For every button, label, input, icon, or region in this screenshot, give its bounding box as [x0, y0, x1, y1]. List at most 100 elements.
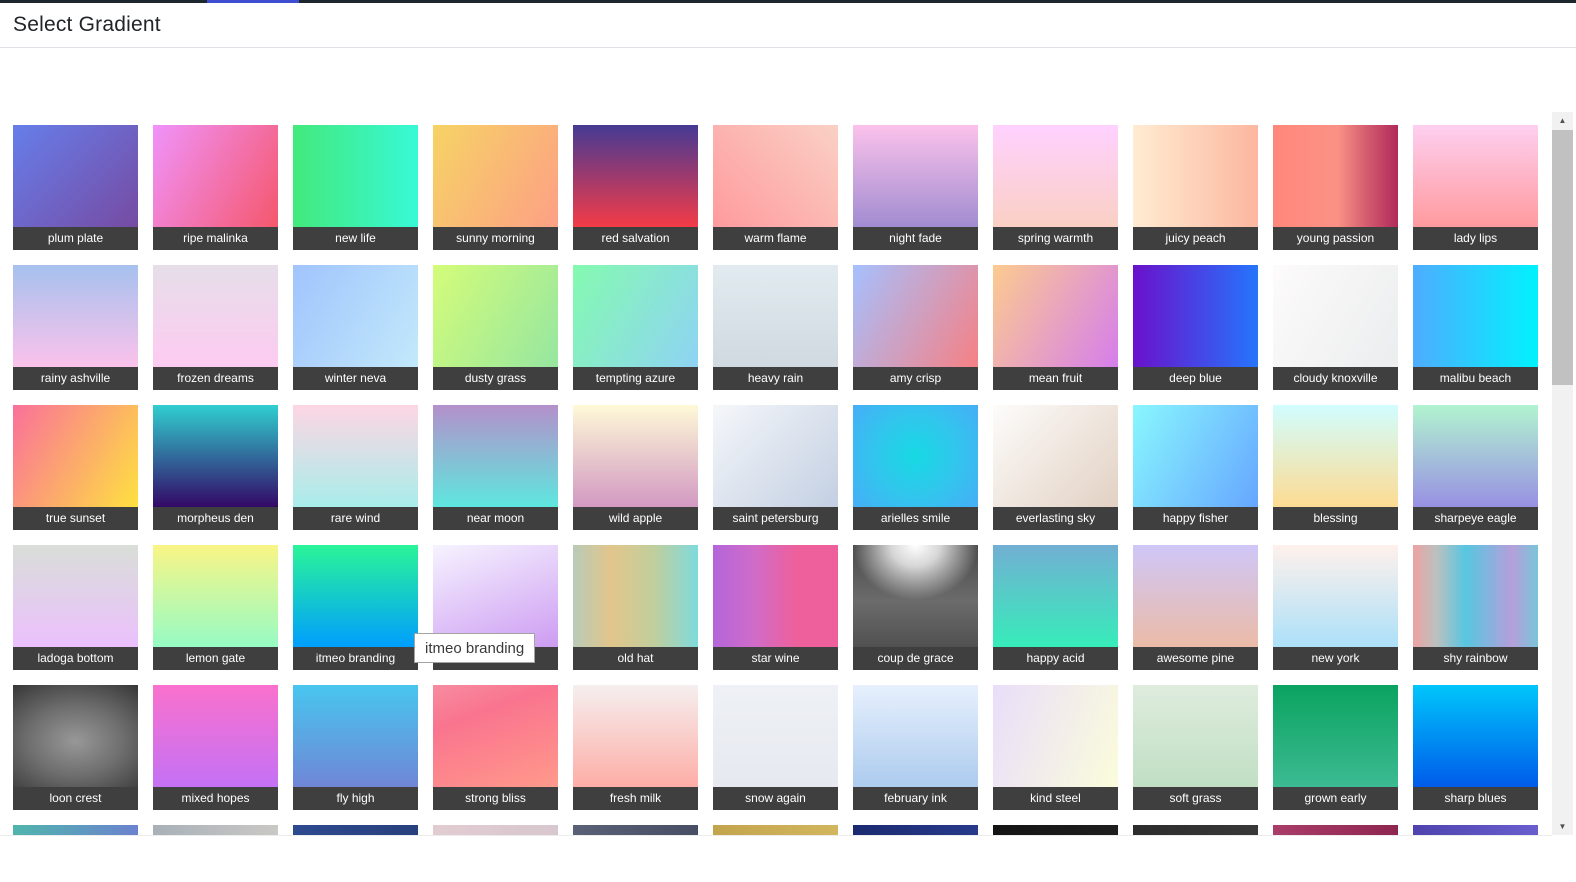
gradient-swatch-new-life[interactable]: new life [293, 125, 418, 250]
gradient-swatch[interactable] [993, 825, 1118, 835]
gradient-preview [293, 685, 418, 787]
gradient-swatch-sharpeye-eagle[interactable]: sharpeye eagle [1413, 405, 1538, 530]
gradient-preview [1133, 825, 1258, 835]
gradient-swatch[interactable] [433, 825, 558, 835]
gradient-swatch-loon-crest[interactable]: loon crest [13, 685, 138, 810]
gradient-swatch-awesome-pine[interactable]: awesome pine [1133, 545, 1258, 670]
vertical-scrollbar[interactable]: ▲ ▼ [1552, 112, 1573, 835]
gradient-name-label: sharp blues [1413, 787, 1538, 810]
gradient-name-label: heavy rain [713, 367, 838, 390]
gradient-swatch[interactable] [573, 825, 698, 835]
gradient-swatch-arielles-smile[interactable]: arielles smile [853, 405, 978, 530]
gradient-swatch-soft-grass[interactable]: soft grass [1133, 685, 1258, 810]
gradient-swatch-ladoga-bottom[interactable]: ladoga bottom [13, 545, 138, 670]
gradient-preview [13, 265, 138, 367]
gradient-swatch-young-passion[interactable]: young passion [1273, 125, 1398, 250]
gradient-swatch-old-hat[interactable]: old hat [573, 545, 698, 670]
gradient-swatch-mean-fruit[interactable]: mean fruit [993, 265, 1118, 390]
gradient-swatch[interactable] [853, 825, 978, 835]
gradient-swatch-spring-warmth[interactable]: spring warmth [993, 125, 1118, 250]
gradient-swatch-itmeo-branding[interactable]: itmeo branding [293, 545, 418, 670]
gradient-name-label: old hat [573, 647, 698, 670]
gradient-swatch-fly-high[interactable]: fly high [293, 685, 418, 810]
gradient-swatch[interactable] [153, 825, 278, 835]
gradient-swatch-ripe-malinka[interactable]: ripe malinka [153, 125, 278, 250]
gradient-preview [433, 265, 558, 367]
gradient-preview [1273, 405, 1398, 507]
gradient-swatch-snow-again[interactable]: snow again [713, 685, 838, 810]
gradient-scroll-area[interactable]: plum plate ripe malinka new life sunny morn… [0, 112, 1552, 836]
gradient-preview [713, 405, 838, 507]
gradient-name-label: lemon gate [153, 647, 278, 670]
gradient-preview [13, 825, 138, 835]
gradient-name-label: sharpeye eagle [1413, 507, 1538, 530]
gradient-swatch[interactable] [1133, 825, 1258, 835]
gradient-swatch-star-wine[interactable]: star wine [713, 545, 838, 670]
scroll-down-button[interactable]: ▼ [1552, 818, 1573, 835]
gradient-swatch-winter-neva[interactable]: winter neva [293, 265, 418, 390]
gradient-swatch-heavy-rain[interactable]: heavy rain [713, 265, 838, 390]
gradient-swatch-frozen-dreams[interactable]: frozen dreams [153, 265, 278, 390]
gradient-swatch[interactable] [293, 825, 418, 835]
gradient-swatch-wild-apple[interactable]: wild apple [573, 405, 698, 530]
gradient-swatch-lemon-gate[interactable]: lemon gate [153, 545, 278, 670]
gradient-swatch-shy-rainbow[interactable]: shy rainbow [1413, 545, 1538, 670]
gradient-swatch[interactable] [13, 825, 138, 835]
gradient-swatch-february-ink[interactable]: february ink [853, 685, 978, 810]
gradient-swatch-lady-lips[interactable]: lady lips [1413, 125, 1538, 250]
gradient-swatch-amy-crisp[interactable]: amy crisp [853, 265, 978, 390]
gradient-swatch-rainy-ashville[interactable]: rainy ashville [13, 265, 138, 390]
gradient-swatch-malibu-beach[interactable]: malibu beach [1413, 265, 1538, 390]
gradient-swatch-happy-acid[interactable]: happy acid [993, 545, 1118, 670]
gradient-preview [1273, 265, 1398, 367]
gradient-preview [1413, 545, 1538, 647]
gradient-swatch-morpheus-den[interactable]: morpheus den [153, 405, 278, 530]
gradient-swatch-red-salvation[interactable]: red salvation [573, 125, 698, 250]
gradient-swatch-tempting-azure[interactable]: tempting azure [573, 265, 698, 390]
scroll-up-button[interactable]: ▲ [1552, 112, 1573, 129]
gradient-swatch-deep-blue[interactable]: deep blue [1133, 265, 1258, 390]
gradient-swatch-kind-steel[interactable]: kind steel [993, 685, 1118, 810]
scrollbar-thumb[interactable] [1552, 130, 1573, 385]
gradient-preview [433, 685, 558, 787]
gradient-preview [993, 545, 1118, 647]
gradient-swatch-everlasting-sky[interactable]: everlasting sky [993, 405, 1118, 530]
gradient-swatch-rare-wind[interactable]: rare wind [293, 405, 418, 530]
gradient-swatch-plum-plate[interactable]: plum plate [13, 125, 138, 250]
gradient-swatch-blessing[interactable]: blessing [1273, 405, 1398, 530]
gradient-swatch-dusty-grass[interactable]: dusty grass [433, 265, 558, 390]
gradient-preview [993, 265, 1118, 367]
gradient-swatch[interactable] [713, 825, 838, 835]
gradient-name-label: february ink [853, 787, 978, 810]
gradient-name-label: dusty grass [433, 367, 558, 390]
gradient-swatch[interactable] [1413, 825, 1538, 835]
gradient-swatch-fresh-milk[interactable]: fresh milk [573, 685, 698, 810]
gradient-preview [573, 125, 698, 227]
gradient-preview [993, 405, 1118, 507]
gradient-swatch-mixed-hopes[interactable]: mixed hopes [153, 685, 278, 810]
gradient-swatch-night-fade[interactable]: night fade [853, 125, 978, 250]
gradient-name-label: new life [293, 227, 418, 250]
gradient-name-label: juicy peach [1133, 227, 1258, 250]
gradient-swatch-happy-fisher[interactable]: happy fisher [1133, 405, 1258, 530]
gradient-swatch-grown-early[interactable]: grown early [1273, 685, 1398, 810]
gradient-swatch[interactable] [1273, 825, 1398, 835]
gradient-preview [993, 825, 1118, 835]
gradient-swatch-strong-bliss[interactable]: strong bliss [433, 685, 558, 810]
gradient-preview [713, 685, 838, 787]
gradient-swatch-sharp-blues[interactable]: sharp blues [1413, 685, 1538, 810]
gradient-swatch-near-moon[interactable]: near moon [433, 405, 558, 530]
gradient-swatch-warm-flame[interactable]: warm flame [713, 125, 838, 250]
gradient-swatch-juicy-peach[interactable]: juicy peach [1133, 125, 1258, 250]
gradient-swatch-true-sunset[interactable]: true sunset [13, 405, 138, 530]
gradient-preview [1413, 685, 1538, 787]
gradient-preview [573, 545, 698, 647]
gradient-name-label: rare wind [293, 507, 418, 530]
gradient-swatch-saint-petersburg[interactable]: saint petersburg [713, 405, 838, 530]
gradient-swatch-sunny-morning[interactable]: sunny morning [433, 125, 558, 250]
gradient-swatch-cloudy-knoxville[interactable]: cloudy knoxville [1273, 265, 1398, 390]
gradient-swatch-new-york[interactable]: new york [1273, 545, 1398, 670]
gradient-name-label: happy fisher [1133, 507, 1258, 530]
gradient-swatch-coup-de-grace[interactable]: coup de grace [853, 545, 978, 670]
gradient-name-label: ladoga bottom [13, 647, 138, 670]
